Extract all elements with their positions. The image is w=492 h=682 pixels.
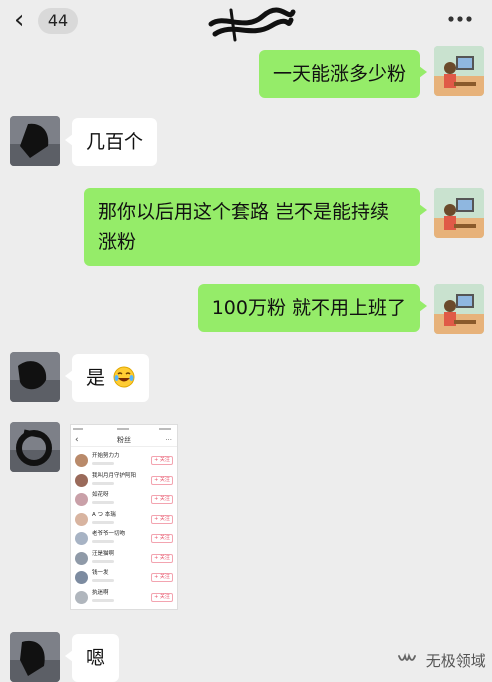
watermark: 无极领域 <box>397 650 486 672</box>
avatar-self[interactable] <box>434 46 484 96</box>
follow-button[interactable]: + 关注 <box>151 514 173 524</box>
avatar-contact[interactable] <box>10 422 60 472</box>
message-text: 那你以后用这个套路 岂不是能持续涨粉 <box>98 201 390 253</box>
message-text: 几百个 <box>86 131 144 153</box>
follow-button[interactable]: + 关注 <box>151 592 173 602</box>
follower-subtitle-placeholder <box>92 540 114 543</box>
watermark-text: 无极领域 <box>425 652 486 670</box>
message-bubble-outgoing[interactable]: 那你以后用这个套路 岂不是能持续涨粉 <box>84 188 427 266</box>
message-text: 100万粉 就不用上班了 <box>211 297 406 319</box>
message-bubble-incoming[interactable]: 是 <box>64 354 150 402</box>
follower-list-item[interactable]: 钱一发 + 关注 <box>71 568 177 588</box>
follower-name: 执迷啊 <box>92 589 109 596</box>
follower-list-item[interactable]: A つ 本瑞 + 关注 <box>71 510 177 530</box>
follower-subtitle-placeholder <box>92 559 114 563</box>
follower-avatar <box>75 493 88 506</box>
message-bubble-incoming[interactable]: 几百个 <box>64 118 158 166</box>
status-bar <box>73 428 171 430</box>
follow-button[interactable]: + 关注 <box>151 475 173 485</box>
follower-avatar <box>75 454 88 467</box>
follower-list-item[interactable]: 汪是猫啊 + 关注 <box>71 549 177 569</box>
follower-name: 开始努力力 <box>92 453 120 459</box>
follower-avatar <box>75 532 88 545</box>
follower-name: 老爷爷一切吻 <box>92 531 126 537</box>
follower-name: A つ 本瑞 <box>92 511 116 518</box>
follower-avatar <box>75 512 88 526</box>
follower-subtitle-placeholder <box>92 579 114 582</box>
unread-count-badge[interactable]: 44 <box>38 8 78 34</box>
avatar-self[interactable] <box>434 284 484 334</box>
follower-subtitle-placeholder <box>92 598 114 602</box>
shared-image-title: 粉丝 <box>117 436 131 444</box>
avatar-contact[interactable] <box>10 116 60 166</box>
follow-button[interactable]: + 关注 <box>151 534 173 543</box>
avatar-contact[interactable] <box>10 352 60 402</box>
laughing-tears-emoji-icon <box>113 366 135 388</box>
wechat-channel-icon <box>398 653 416 661</box>
follow-button[interactable]: + 关注 <box>151 495 173 504</box>
follower-name: 我叫月月守护阿阳 <box>92 472 137 479</box>
follower-subtitle-placeholder <box>92 501 114 504</box>
more-dots-icon[interactable] <box>446 12 474 26</box>
message-text: 嗯 <box>86 647 106 669</box>
follower-name: 钱一发 <box>92 570 109 576</box>
follow-button[interactable]: + 关注 <box>151 573 173 582</box>
follower-avatar <box>75 551 88 565</box>
follow-button[interactable]: + 关注 <box>151 456 173 465</box>
follower-list-item[interactable]: 老爷爷一切吻 + 关注 <box>71 529 177 549</box>
follower-list-item[interactable]: 如花呀 + 关注 <box>71 490 177 510</box>
chevron-left-icon[interactable]: ‹ <box>14 6 24 34</box>
follower-avatar <box>75 473 88 487</box>
message-bubble-outgoing[interactable]: 100万粉 就不用上班了 <box>197 284 428 332</box>
follower-avatar <box>75 590 88 604</box>
follower-list-item[interactable]: 执迷啊 + 关注 <box>71 588 177 608</box>
message-text: 一天能涨多少粉 <box>272 63 406 85</box>
follower-name: 如花呀 <box>92 492 109 498</box>
follower-subtitle-placeholder <box>92 462 114 465</box>
redacted-title <box>208 7 296 42</box>
shared-image-more: ··· <box>165 436 172 444</box>
follower-subtitle-placeholder <box>92 520 114 524</box>
chat-header: ‹ 44 <box>0 0 492 44</box>
follower-list-item[interactable]: 开始努力力 + 关注 <box>71 451 177 471</box>
follower-subtitle-placeholder <box>92 481 114 485</box>
shared-image-followers-screenshot[interactable]: ‹ 粉丝 ··· 开始努力力 + 关注 我叫月月守护阿阳 + 关注 如花呀 + 关注 A つ… <box>70 424 178 610</box>
message-bubble-outgoing[interactable]: 一天能涨多少粉 <box>258 50 428 98</box>
follower-avatar <box>75 571 88 584</box>
follower-list-item[interactable]: 我叫月月守护阿阳 + 关注 <box>71 471 177 491</box>
shared-image-header: ‹ 粉丝 ··· <box>71 433 177 447</box>
message-bubble-incoming[interactable]: 嗯 <box>64 634 120 682</box>
message-text: 是 <box>86 367 106 389</box>
follow-button[interactable]: + 关注 <box>151 553 173 563</box>
avatar-contact[interactable] <box>10 632 60 682</box>
follower-name: 汪是猫啊 <box>92 550 115 557</box>
avatar-self[interactable] <box>434 188 484 238</box>
